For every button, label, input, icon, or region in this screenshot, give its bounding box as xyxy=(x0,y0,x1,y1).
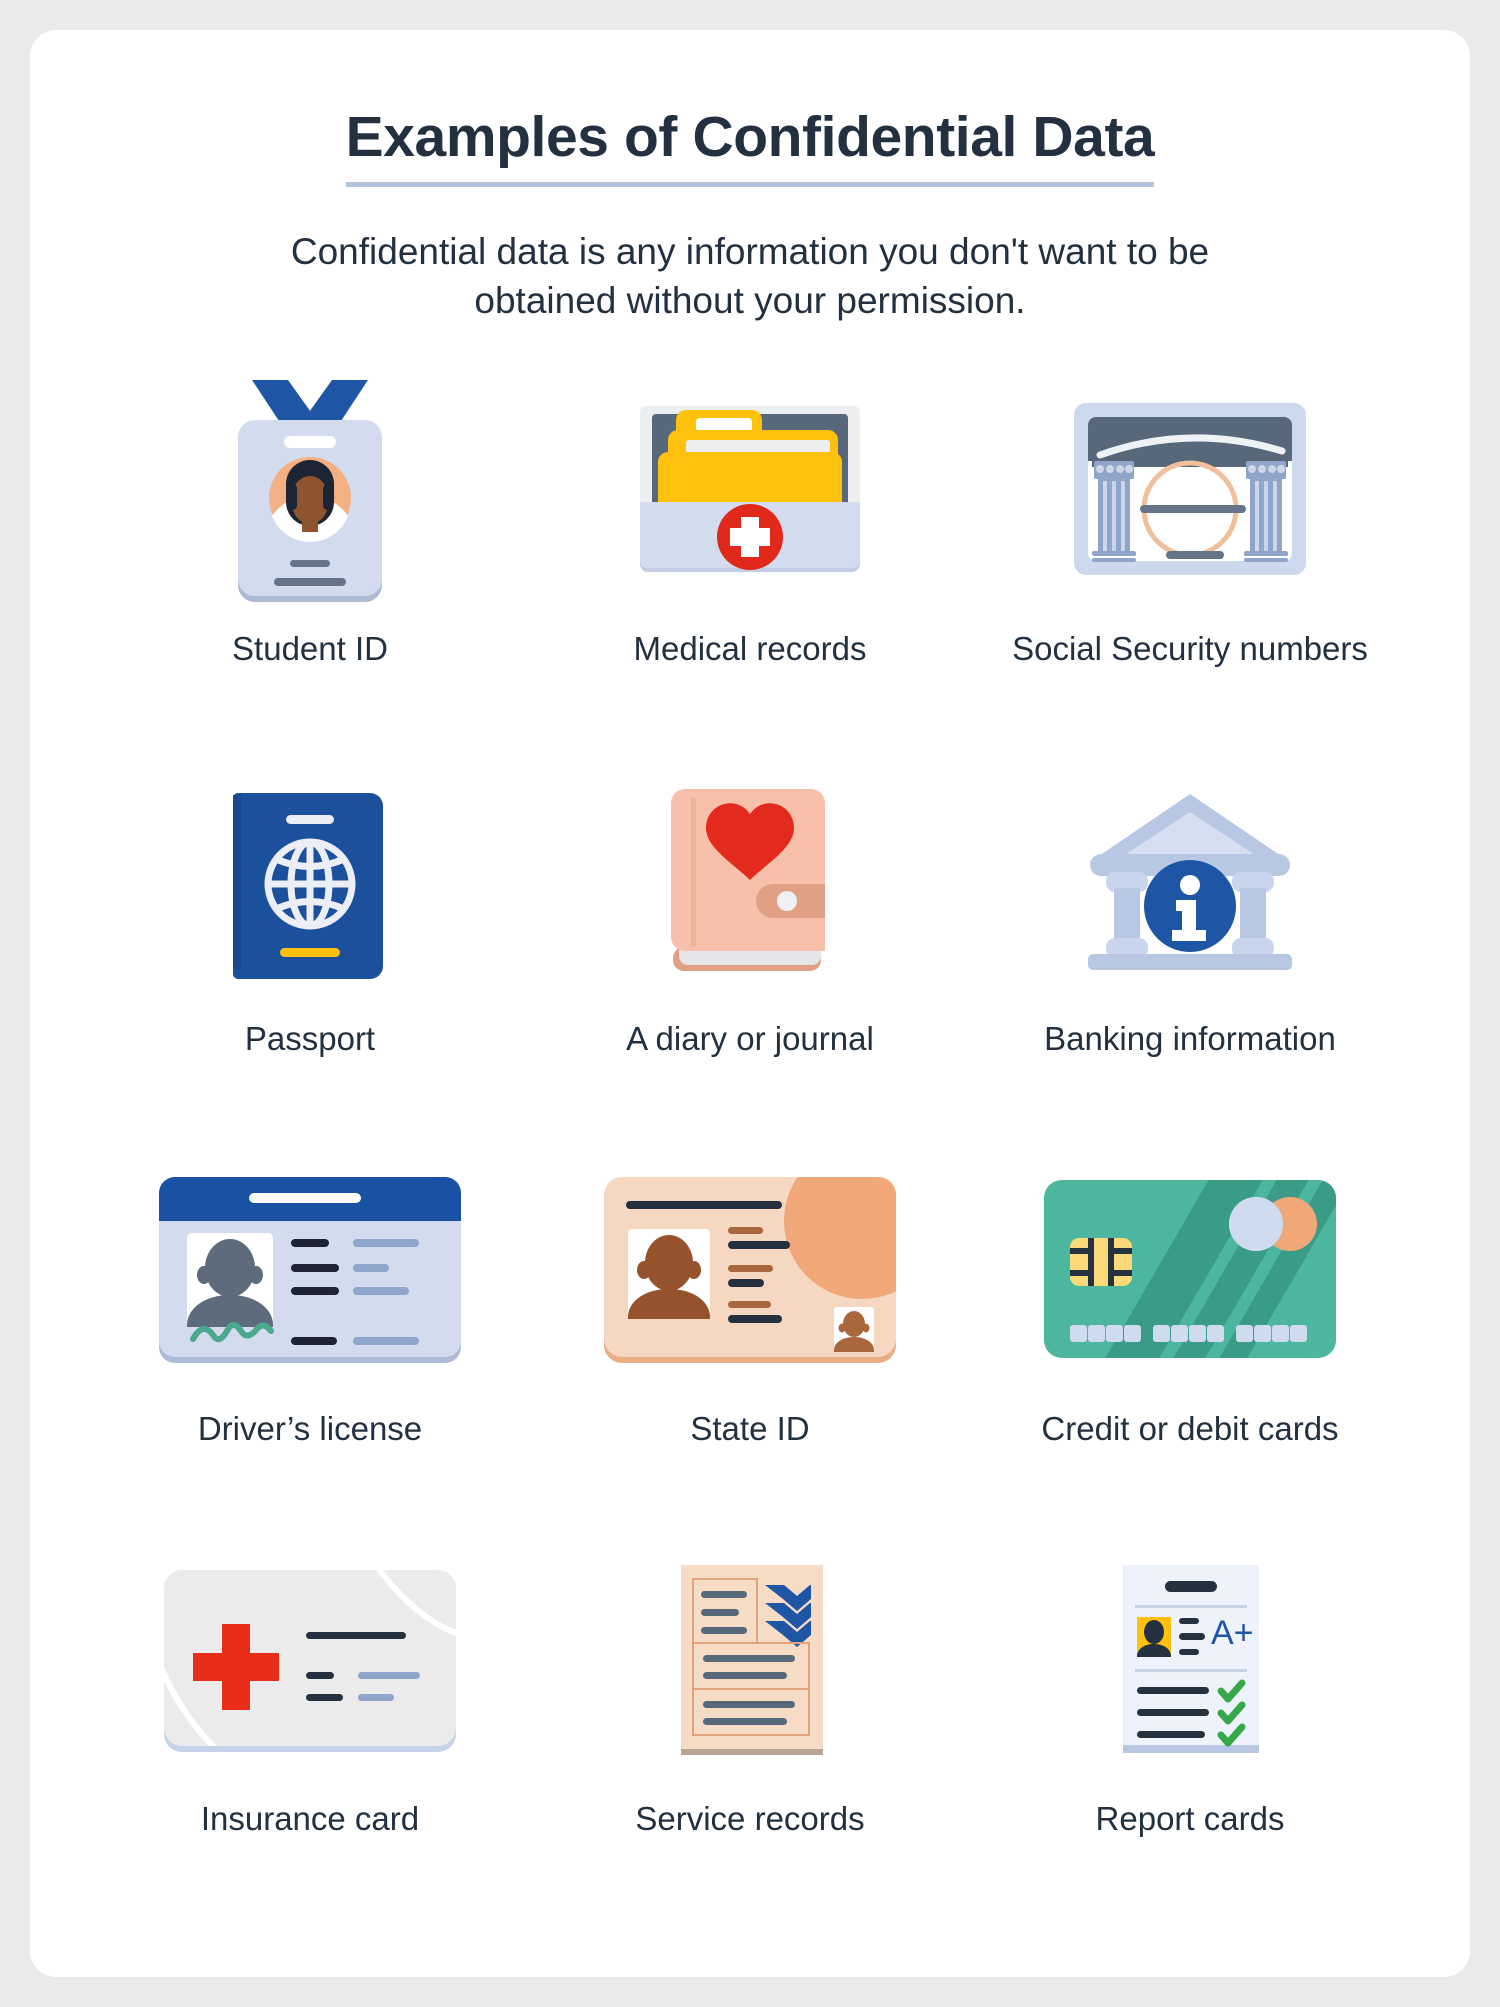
caption-label: Banking information xyxy=(1044,1020,1336,1057)
grid-item-credit-card: Credit or debit cards xyxy=(970,1154,1410,1544)
examples-grid: Student ID Medical records Social Securi… xyxy=(90,374,1410,1934)
header: Examples of Confidential Data Confidenti… xyxy=(30,30,1470,326)
caption-label: Credit or debit cards xyxy=(1041,1410,1339,1447)
caption-label: Insurance card xyxy=(200,1800,420,1837)
grid-item-state-id: State ID xyxy=(530,1154,970,1544)
page-title: Examples of Confidential Data xyxy=(345,107,1155,187)
grid-item-social-security: Social Security numbers xyxy=(970,374,1410,764)
infographic-page: Examples of Confidential Data Confidenti… xyxy=(0,0,1500,2007)
grade-text: A+ xyxy=(1211,1614,1254,1652)
grid-item-medical-records: Medical records xyxy=(530,374,970,764)
page-subtitle: Confidential data is any information you… xyxy=(290,230,1210,322)
caption-label: Service records xyxy=(635,1800,865,1837)
caption-label: Medical records xyxy=(633,630,867,667)
insurance-card-icon xyxy=(90,1544,530,1774)
drivers-license-icon xyxy=(90,1154,530,1384)
caption-label: State ID xyxy=(690,1410,810,1447)
caption-label: Report cards xyxy=(1095,1800,1285,1837)
caption-label: Student ID xyxy=(232,630,388,667)
report-card-icon: A+ xyxy=(970,1544,1410,1774)
caption-label: Social Security numbers xyxy=(1012,630,1368,667)
caption-label: Driver’s license xyxy=(197,1410,423,1447)
state-id-icon xyxy=(530,1154,970,1384)
passport-icon xyxy=(90,764,530,994)
grid-item-banking: Banking information xyxy=(970,764,1410,1154)
infographic-card: Examples of Confidential Data Confidenti… xyxy=(30,30,1470,1977)
grid-item-drivers-license: Driver’s license xyxy=(90,1154,530,1544)
grid-item-service-records: Service records xyxy=(530,1544,970,1934)
grid-item-diary: A diary or journal xyxy=(530,764,970,1154)
grid-item-student-id: Student ID xyxy=(90,374,530,764)
medical-records-folder-icon xyxy=(530,374,970,604)
student-id-badge-icon xyxy=(90,374,530,604)
caption-label: A diary or journal xyxy=(626,1020,874,1057)
service-records-icon xyxy=(530,1544,970,1774)
grid-item-passport: Passport xyxy=(90,764,530,1154)
caption-label: Passport xyxy=(244,1020,376,1057)
social-security-card-icon xyxy=(970,374,1410,604)
credit-card-icon xyxy=(970,1154,1410,1384)
grid-item-insurance-card: Insurance card xyxy=(90,1544,530,1934)
grid-item-report-cards: A+ Report cards xyxy=(970,1544,1410,1934)
bank-building-icon xyxy=(970,764,1410,994)
diary-journal-icon xyxy=(530,764,970,994)
